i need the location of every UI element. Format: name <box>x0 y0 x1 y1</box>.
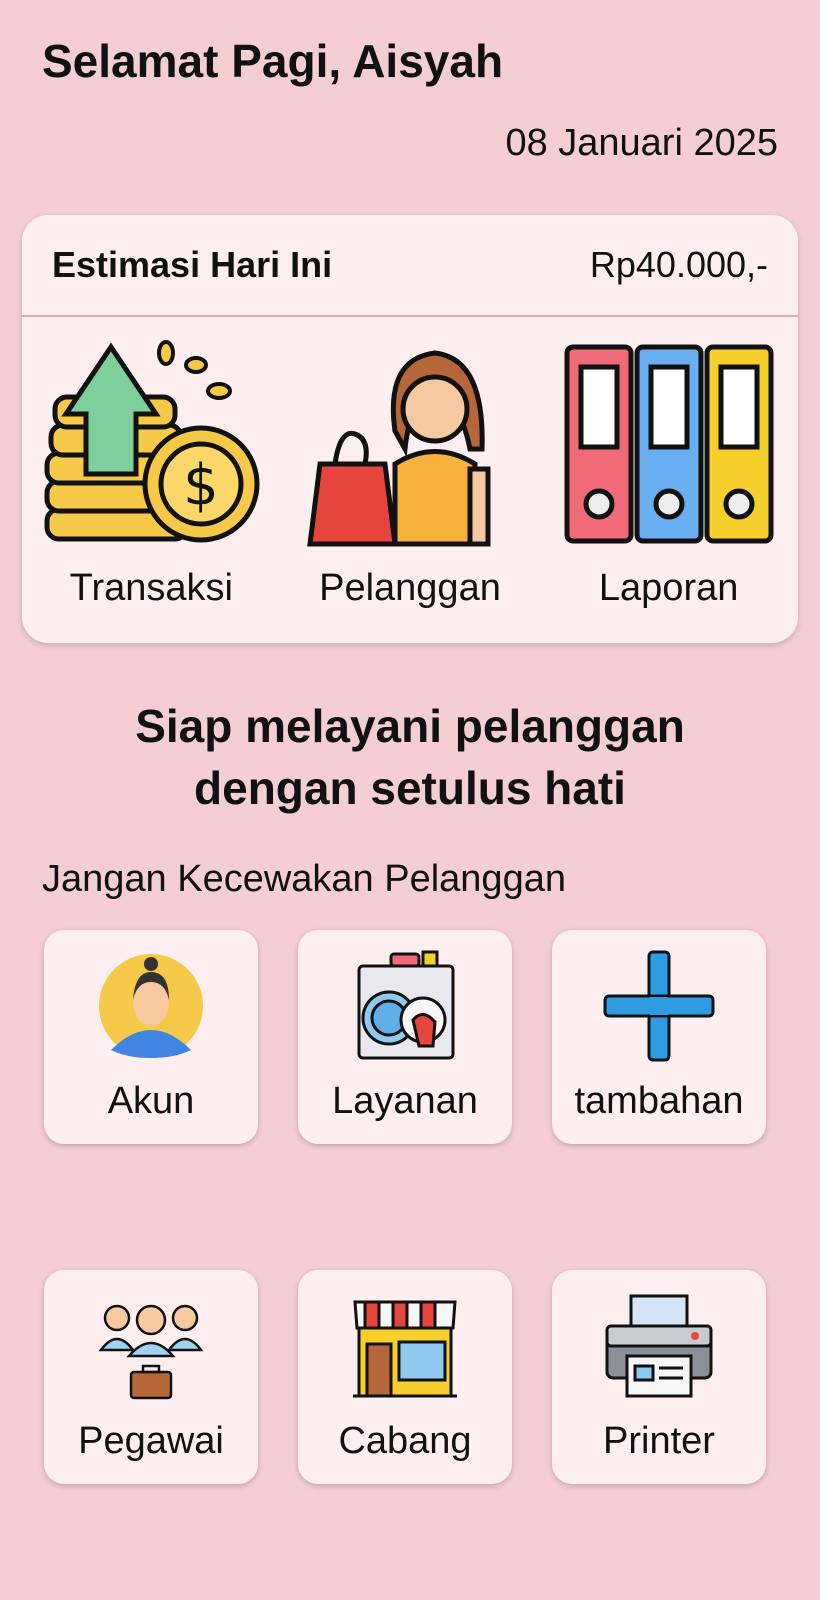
tile-tambahan-label: tambahan <box>574 1080 744 1122</box>
tagline: Siap melayani pelanggan dengan setulus h… <box>0 695 820 819</box>
tile-layanan-label: Layanan <box>332 1080 478 1122</box>
menu-pelanggan[interactable]: Pelanggan <box>290 339 530 610</box>
tile-pegawai-label: Pegawai <box>78 1420 224 1462</box>
greeting-title: Selamat Pagi, Aisyah <box>42 35 504 87</box>
tagline-line1: Siap melayani pelanggan <box>135 700 685 752</box>
tile-printer[interactable]: Printer <box>552 1270 766 1484</box>
section-subtitle: Jangan Kecewakan Pelanggan <box>42 858 566 900</box>
money-coins-icon: $ <box>44 340 260 543</box>
card-header: Estimasi Hari Ini Rp40.000,- <box>22 215 798 317</box>
tile-cabang-label: Cabang <box>338 1420 472 1462</box>
daily-estimate-card: Estimasi Hari Ini Rp40.000,- $ Transaksi… <box>22 215 798 643</box>
tile-akun-label: Akun <box>107 1080 195 1122</box>
plus-icon <box>603 950 715 1062</box>
tile-printer-label: Printer <box>603 1420 715 1462</box>
binders-icon <box>564 344 774 544</box>
tile-pegawai[interactable]: Pegawai <box>44 1270 258 1484</box>
estimate-title: Estimasi Hari Ini <box>52 244 333 285</box>
svg-text:$: $ <box>184 453 220 518</box>
user-avatar-icon <box>99 954 203 1058</box>
tile-layanan[interactable]: Layanan <box>298 930 512 1144</box>
washing-machine-icon <box>357 950 455 1060</box>
tagline-line2: dengan setulus hati <box>194 762 626 814</box>
menu-transaksi-label: Transaksi <box>69 567 233 609</box>
employees-icon <box>98 1304 204 1400</box>
menu-transaksi[interactable]: $ Transaksi <box>31 339 271 610</box>
store-icon <box>353 1300 457 1398</box>
tile-tambahan[interactable]: tambahan <box>552 930 766 1144</box>
printer-icon <box>605 1294 713 1398</box>
current-date: 08 Januari 2025 <box>505 122 778 164</box>
menu-pelanggan-label: Pelanggan <box>319 567 501 609</box>
estimate-amount: Rp40.000,- <box>589 244 768 285</box>
menu-laporan[interactable]: Laporan <box>549 339 789 610</box>
summary-menu: $ Transaksi Pelanggan Laporan <box>22 317 798 610</box>
tile-cabang[interactable]: Cabang <box>298 1270 512 1484</box>
customer-shopping-icon <box>307 350 491 547</box>
menu-laporan-label: Laporan <box>598 567 739 609</box>
tile-akun[interactable]: Akun <box>44 930 258 1144</box>
